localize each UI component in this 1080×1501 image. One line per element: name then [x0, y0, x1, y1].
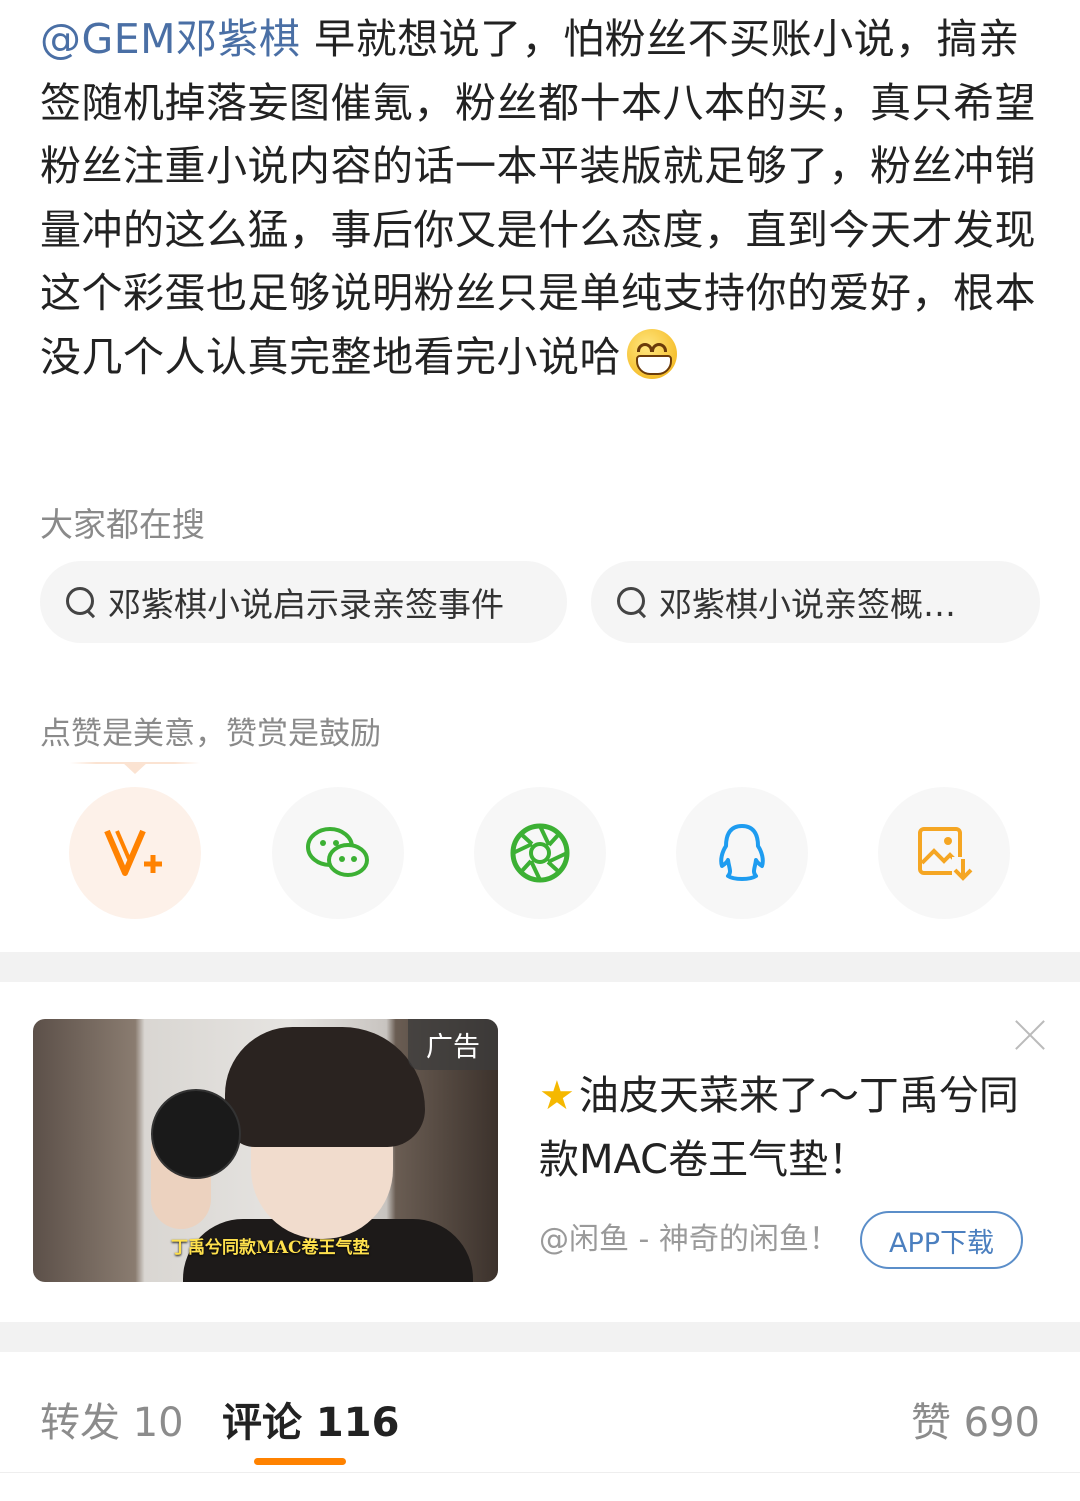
search-icon — [615, 585, 649, 619]
ad-image[interactable]: 丁禹兮同款MAC卷王气垫 广告 — [33, 1019, 498, 1282]
divider — [0, 1472, 1080, 1473]
ad-title-text: 油皮天菜来了～丁禹兮同款MAC卷王气垫！ — [539, 1073, 1019, 1183]
search-chip-label: 邓紫棋小说亲签概… — [659, 585, 956, 624]
ad-image-caption: 丁禹兮同款MAC卷王气垫 — [171, 1238, 370, 1258]
v-plus-button[interactable] — [69, 787, 201, 919]
ad-source[interactable]: @闲鱼 - 神奇的闲鱼！ — [539, 1214, 839, 1258]
close-icon[interactable] — [1013, 1018, 1047, 1052]
ad-badge: 广告 — [408, 1019, 498, 1070]
search-chip-2[interactable]: 邓紫棋小说亲签概… — [591, 561, 1040, 643]
reward-tip: 点赞是美意，赞赏是鼓励 — [40, 716, 381, 752]
wechat-share-button[interactable] — [272, 787, 404, 919]
section-divider — [0, 952, 1080, 982]
ad-title[interactable]: ★ 油皮天菜来了～丁禹兮同款MAC卷王气垫！ — [539, 1064, 1019, 1192]
search-chip-label: 邓紫棋小说启示录亲签事件 — [108, 585, 504, 624]
save-image-icon — [918, 827, 974, 883]
moments-icon — [510, 823, 570, 883]
tab-likes[interactable]: 赞 690 — [911, 1390, 1040, 1448]
cushion-compact-icon — [151, 1089, 241, 1179]
tip-arrow — [70, 762, 200, 774]
qq-share-button[interactable] — [676, 787, 808, 919]
grin-emoji-icon — [627, 328, 677, 379]
tab-comments[interactable]: 评论 116 — [222, 1390, 399, 1448]
wechat-icon — [306, 827, 369, 877]
section-divider — [0, 1322, 1080, 1352]
mention-link[interactable]: @GEM邓紫棋 — [40, 15, 301, 63]
post-text: @GEM邓紫棋 早就想说了，怕粉丝不买账小说，搞亲签随机掉落妄图催氪，粉丝都十本… — [40, 8, 1040, 389]
search-icon — [64, 585, 98, 619]
tab-repost[interactable]: 转发 10 — [40, 1390, 184, 1448]
action-tabs: 转发 10 评论 116 赞 690 — [0, 1352, 1080, 1501]
save-image-button[interactable] — [878, 787, 1010, 919]
app-download-button[interactable]: APP下载 — [860, 1211, 1023, 1269]
qq-icon — [719, 824, 765, 881]
star-icon: ★ — [539, 1073, 575, 1119]
trending-search-title: 大家都在搜 — [40, 505, 205, 544]
moments-share-button[interactable] — [474, 787, 606, 919]
active-tab-indicator — [254, 1458, 346, 1465]
v-plus-icon — [104, 829, 162, 876]
post-body: 早就想说了，怕粉丝不买账小说，搞亲签随机掉落妄图催氪，粉丝都十本八本的买，真只希… — [40, 15, 1036, 381]
search-chip-1[interactable]: 邓紫棋小说启示录亲签事件 — [40, 561, 567, 643]
